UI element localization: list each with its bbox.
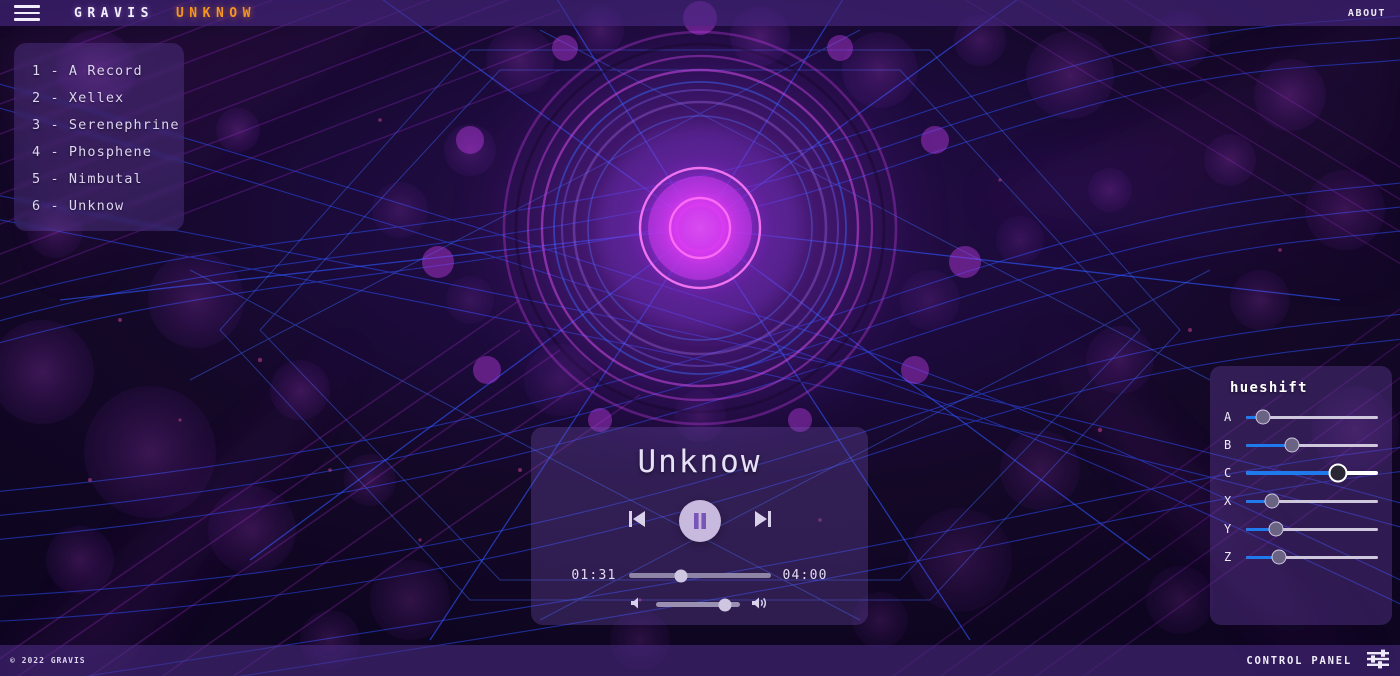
total-time: 04:00 — [782, 568, 828, 583]
slider-track[interactable] — [1246, 549, 1378, 565]
slider-track[interactable] — [1246, 463, 1378, 483]
slider-fill — [1246, 471, 1339, 475]
slider-track[interactable] — [1246, 521, 1378, 537]
now-playing-title: Unknow — [637, 444, 762, 480]
slider-track[interactable] — [1246, 437, 1378, 453]
volume-low-icon[interactable] — [630, 595, 645, 614]
list-item[interactable]: 6 - Unknow — [14, 192, 184, 219]
hueshift-slider-c[interactable]: C — [1224, 463, 1378, 483]
slider-thumb[interactable] — [1328, 463, 1348, 483]
current-time: 01:31 — [571, 568, 617, 583]
hamburger-menu-icon[interactable] — [14, 5, 40, 21]
skip-next-icon[interactable] — [754, 509, 772, 533]
list-item[interactable]: 3 - Serenephrine — [14, 111, 184, 138]
control-panel-button[interactable]: CONTROL PANEL — [1246, 649, 1390, 673]
hueshift-panel: hueshift A B C X Y Z — [1210, 366, 1392, 625]
brand-title: GRAVIS — [74, 5, 154, 21]
slider-thumb[interactable] — [1264, 493, 1280, 509]
brand-subtitle: UNKNOW — [175, 5, 256, 21]
list-item[interactable]: 2 - Xellex — [14, 84, 184, 111]
playback-controls — [628, 500, 772, 542]
music-player-panel: Unknow 01:31 04:00 — [531, 427, 868, 625]
pause-icon[interactable] — [678, 500, 721, 542]
list-item[interactable]: 5 - Nimbutal — [14, 165, 184, 192]
hueshift-slider-a[interactable]: A — [1224, 409, 1378, 425]
seek-thumb[interactable] — [674, 569, 688, 582]
slider-thumb[interactable] — [1284, 437, 1300, 453]
slider-label: C — [1224, 466, 1232, 480]
slider-track[interactable] — [1246, 493, 1378, 509]
hueshift-slider-x[interactable]: X — [1224, 493, 1378, 509]
list-item[interactable]: 4 - Phosphene — [14, 138, 184, 165]
hueshift-slider-b[interactable]: B — [1224, 437, 1378, 453]
footer-bar: © 2022 GRAVIS CONTROL PANEL — [0, 645, 1400, 676]
slider-thumb[interactable] — [1271, 549, 1287, 565]
slider-label: Y — [1224, 522, 1232, 536]
hamburger-line — [14, 18, 40, 21]
volume-slider[interactable] — [655, 598, 740, 611]
volume-high-icon[interactable] — [751, 595, 770, 614]
slider-track[interactable] — [1246, 409, 1378, 425]
progress-row: 01:31 04:00 — [571, 568, 827, 583]
sliders-icon[interactable] — [1366, 649, 1390, 673]
slider-label: Z — [1224, 550, 1232, 564]
tracklist-panel: 1 - A Record 2 - Xellex 3 - Serenephrine… — [14, 43, 184, 231]
hueshift-title: hueshift — [1230, 380, 1308, 396]
slider-label: X — [1224, 494, 1232, 508]
control-panel-label: CONTROL PANEL — [1246, 654, 1352, 667]
slider-thumb[interactable] — [1255, 409, 1271, 425]
top-header-bar: GRAVIS UNKNOW ABOUT — [0, 0, 1400, 26]
hueshift-slider-y[interactable]: Y — [1224, 521, 1378, 537]
slider-label: A — [1224, 410, 1232, 424]
skip-previous-icon[interactable] — [628, 509, 646, 533]
volume-thumb[interactable] — [718, 598, 732, 611]
seek-slider[interactable] — [628, 569, 771, 582]
app-root: GRAVIS UNKNOW ABOUT 1 - A Record 2 - Xel… — [0, 0, 1400, 676]
hueshift-slider-z[interactable]: Z — [1224, 549, 1378, 565]
copyright-text: © 2022 GRAVIS — [10, 656, 86, 665]
slider-label: B — [1224, 438, 1232, 452]
about-link[interactable]: ABOUT — [1348, 8, 1386, 19]
volume-row — [630, 595, 770, 614]
slider-thumb[interactable] — [1268, 521, 1284, 537]
hamburger-line — [14, 11, 40, 15]
list-item[interactable]: 1 - A Record — [14, 57, 184, 84]
hamburger-line — [14, 5, 40, 8]
